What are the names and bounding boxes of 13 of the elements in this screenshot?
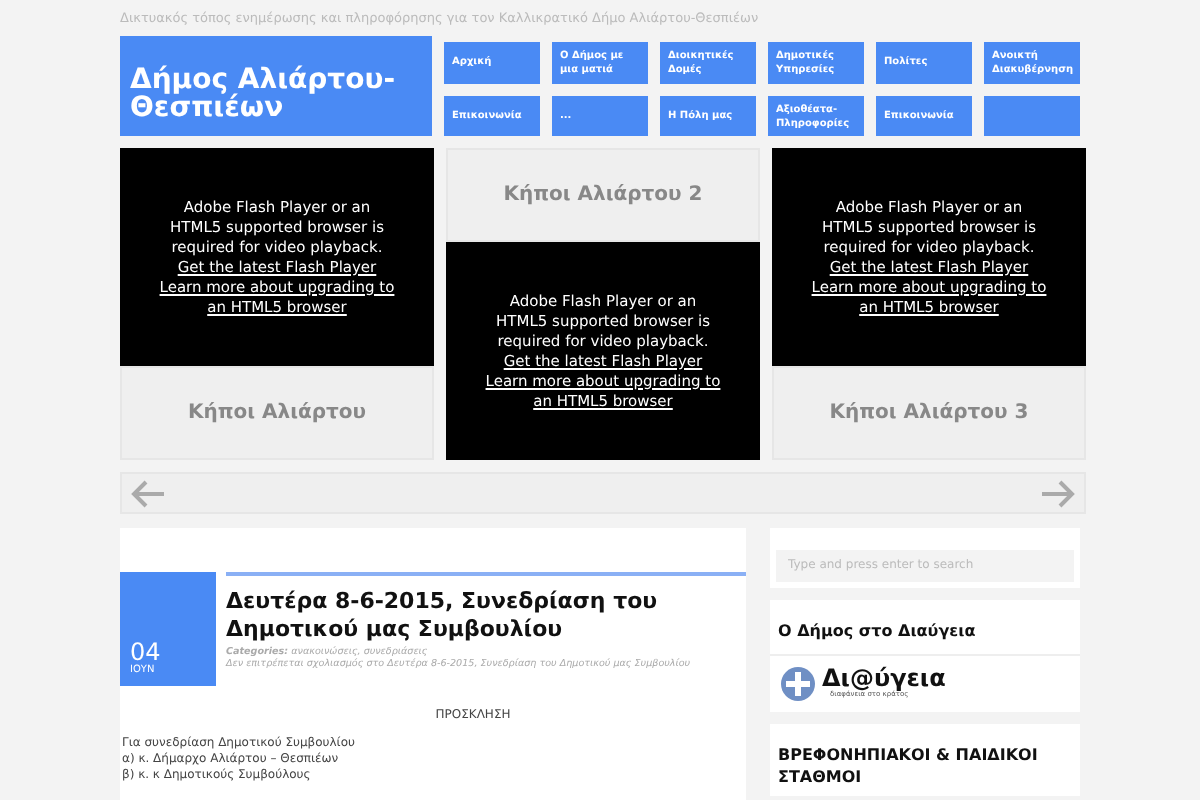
left-arrow-icon[interactable] xyxy=(130,479,166,507)
widget-title: Ο Δήμος στο Διαύγεια xyxy=(770,600,1080,656)
slide-caption: Κήποι Αλιάρτου 3 xyxy=(772,366,1086,460)
right-arrow-icon[interactable] xyxy=(1040,479,1076,507)
emblem-icon xyxy=(780,666,816,702)
post-title[interactable]: Δευτέρα 8-6-2015, Συνεδρίαση του Δημοτικού μας Συμβουλίου xyxy=(226,588,746,644)
widget-title: ΒΡΕΦΟΝΗΠΙΑΚΟΙ & ΠΑΙΔΙΚΟΙ ΣΤΑΘΜΟΙ xyxy=(778,744,1040,788)
slide-caption: Κήποι Αλιάρτου 2 xyxy=(446,148,760,242)
site-logo[interactable]: Δήμος Αλιάρτου-Θεσπιέων xyxy=(120,36,432,136)
date-day: 04 xyxy=(130,640,206,664)
slide-caption: Κήποι Αλιάρτου xyxy=(120,366,434,460)
menu-tile xyxy=(984,96,1080,136)
logo-wordmark: Δι@ύγεια xyxy=(822,666,946,691)
